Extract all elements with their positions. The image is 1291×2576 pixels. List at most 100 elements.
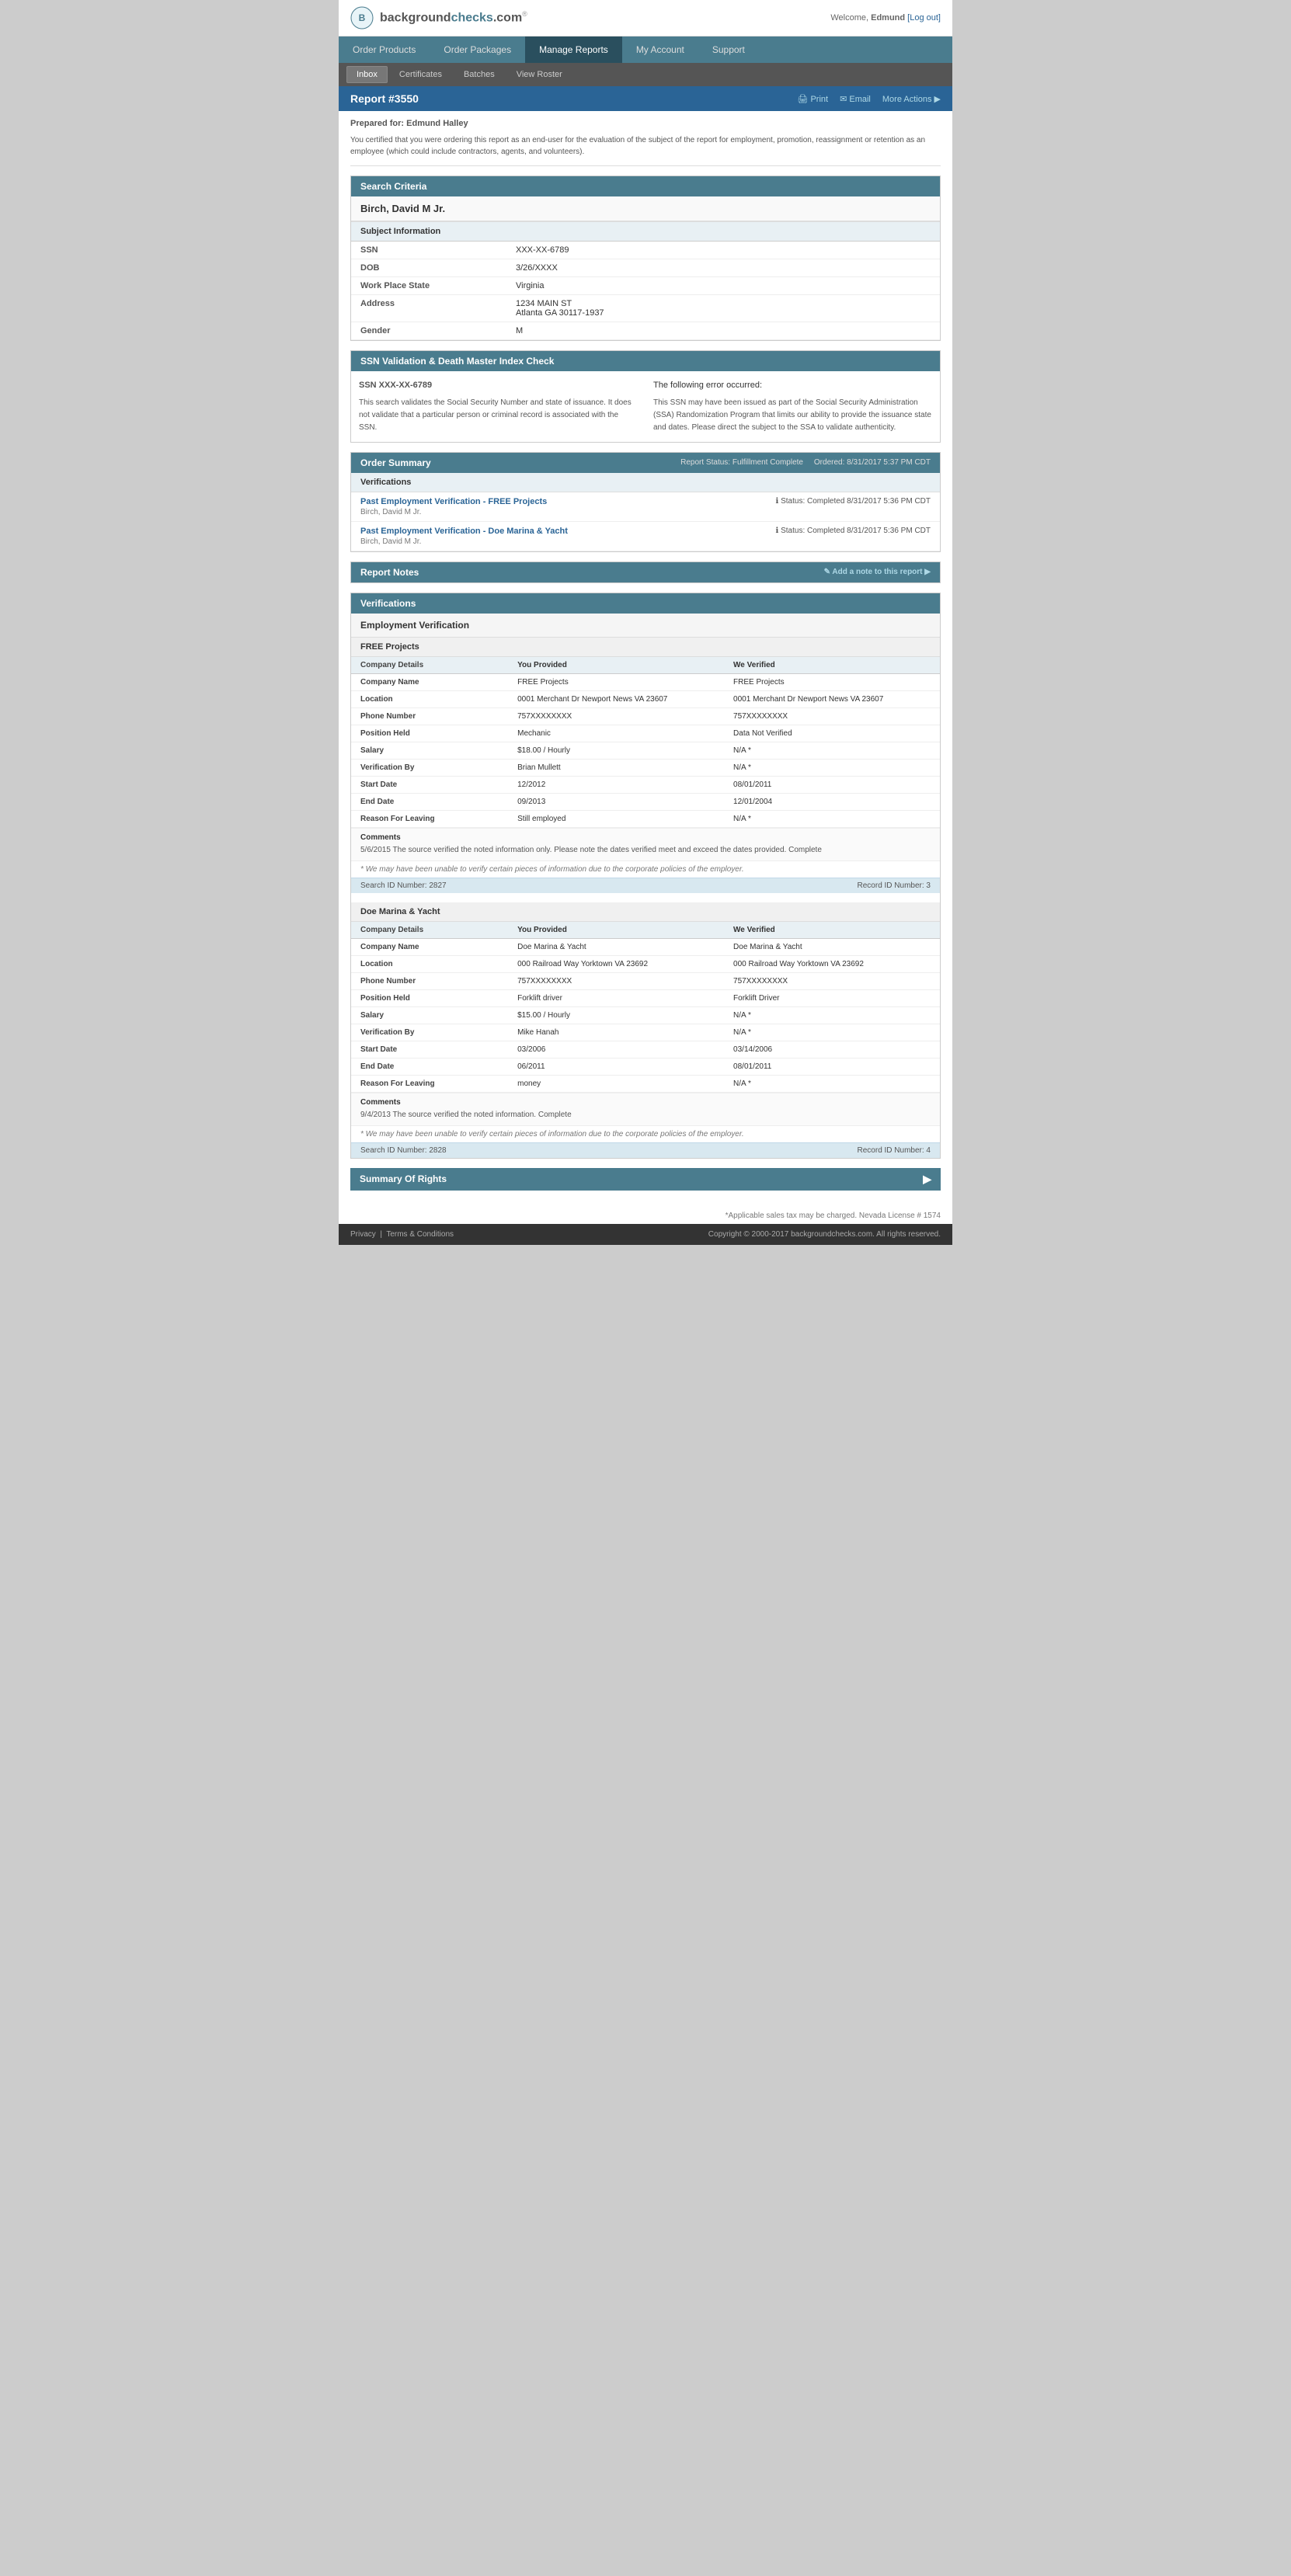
company-1-comments: Comments 5/6/2015 The source verified th…: [351, 828, 940, 860]
tax-note: *Applicable sales tax may be charged. Ne…: [339, 1208, 952, 1224]
row2-position-label: Position Held: [351, 989, 508, 1006]
order-summary-block: Order Summary Report Status: Fulfillment…: [350, 452, 941, 552]
table-row: End Date 06/2011 08/01/2011: [351, 1058, 940, 1075]
logo: B backgroundchecks.com®: [350, 6, 527, 30]
row2-phone-provided: 757XXXXXXXX: [508, 972, 724, 989]
verification-item-1-name: Past Employment Verification - FREE Proj…: [360, 497, 547, 506]
search-criteria-header: Search Criteria: [351, 176, 940, 196]
row-end-date-label: End Date: [351, 793, 508, 810]
add-note-link[interactable]: ✎ Add a note to this report ▶: [824, 568, 931, 576]
ordered-date: 8/31/2017 5:37 PM CDT: [847, 458, 931, 467]
summary-rights-expand-icon: ▶: [923, 1173, 931, 1186]
row2-salary-label: Salary: [351, 1006, 508, 1024]
row-phone-provided: 757XXXXXXXX: [508, 707, 724, 725]
row2-reason-provided: money: [508, 1075, 724, 1092]
row-end-date-verified: 12/01/2004: [724, 793, 940, 810]
company-2-table-header: Company Details You Provided We Verified: [351, 922, 940, 939]
ssn-description: This search validates the Social Securit…: [359, 397, 638, 434]
row-verification-by-provided: Brian Mullett: [508, 759, 724, 776]
address-value: 1234 MAIN STAtlanta GA 30117-1937: [516, 299, 931, 318]
row2-salary-verified: N/A *: [724, 1006, 940, 1024]
row2-company-name-label: Company Name: [351, 938, 508, 955]
address-label: Address: [360, 299, 516, 318]
subnav-view-roster[interactable]: View Roster: [506, 66, 572, 83]
email-label: Email: [849, 95, 871, 104]
row2-verification-by-verified: N/A *: [724, 1024, 940, 1041]
subnav-certificates[interactable]: Certificates: [389, 66, 452, 83]
verification-item-1-status: ℹ Status: Completed 8/31/2017 5:36 PM CD…: [776, 497, 931, 506]
comments-text-1: 5/6/2015 The source verified the noted i…: [360, 844, 931, 856]
company-1-title: FREE Projects: [351, 638, 940, 657]
row-reason-label: Reason For Leaving: [351, 810, 508, 827]
info-icon-2: ℹ: [776, 527, 779, 535]
gender-value: M: [516, 326, 931, 335]
info-row-address: Address 1234 MAIN STAtlanta GA 30117-193…: [351, 295, 940, 322]
order-summary-meta: Report Status: Fulfillment Complete Orde…: [680, 458, 931, 467]
table-row: Phone Number 757XXXXXXXX 757XXXXXXXX: [351, 972, 940, 989]
row-start-date-label: Start Date: [351, 776, 508, 793]
workplace-value: Virginia: [516, 281, 931, 290]
prepared-for: Prepared for: Edmund Halley: [350, 119, 941, 128]
row-verification-by-verified: N/A *: [724, 759, 940, 776]
nav-order-packages[interactable]: Order Packages: [430, 37, 525, 63]
verifications-subheader: Verifications: [351, 473, 940, 492]
report-header: Report #3550 🖨 Print ✉ Email More Action…: [339, 86, 952, 111]
ordered-label: Ordered:: [814, 458, 844, 467]
report-title: Report #3550: [350, 92, 419, 105]
col-header-we-2: We Verified: [724, 922, 940, 939]
company-2-title: Doe Marina & Yacht: [351, 902, 940, 922]
nav-manage-reports[interactable]: Manage Reports: [525, 37, 622, 63]
search-criteria-block: Search Criteria Birch, David M Jr. Subje…: [350, 176, 941, 341]
ssn-content: SSN XXX-XX-6789 This search validates th…: [351, 371, 940, 442]
table-row: Salary $15.00 / Hourly N/A *: [351, 1006, 940, 1024]
verifications-section-header: Verifications: [351, 593, 940, 614]
row-company-name-verified: FREE Projects: [724, 673, 940, 690]
subnav-batches[interactable]: Batches: [454, 66, 505, 83]
table-row: Salary $18.00 / Hourly N/A *: [351, 742, 940, 759]
row2-reason-label: Reason For Leaving: [351, 1075, 508, 1092]
search-id-bar-2: Search ID Number: 2828 Record ID Number:…: [351, 1142, 940, 1158]
row2-end-date-verified: 08/01/2011: [724, 1058, 940, 1075]
print-label: Print: [810, 95, 828, 104]
row-location-label: Location: [351, 690, 508, 707]
ssn-header: SSN Validation & Death Master Index Chec…: [351, 351, 940, 371]
row-end-date-provided: 09/2013: [508, 793, 724, 810]
more-actions-label: More Actions: [882, 95, 932, 104]
row-position-verified: Data Not Verified: [724, 725, 940, 742]
row-position-provided: Mechanic: [508, 725, 724, 742]
spacer: [351, 893, 940, 902]
email-button[interactable]: ✉ Email: [840, 94, 871, 104]
row-start-date-verified: 08/01/2011: [724, 776, 940, 793]
col-header-we: We Verified: [724, 657, 940, 674]
nav-support[interactable]: Support: [698, 37, 759, 63]
report-status-label: Report Status:: [680, 458, 730, 467]
subject-info: Subject Information SSN XXX-XX-6789 DOB …: [351, 221, 940, 340]
terms-link[interactable]: Terms & Conditions: [386, 1230, 454, 1239]
comments-label-2: Comments: [360, 1098, 931, 1107]
nav-my-account[interactable]: My Account: [622, 37, 698, 63]
table-row: Company Name Doe Marina & Yacht Doe Mari…: [351, 938, 940, 955]
print-button[interactable]: 🖨 Print: [797, 94, 828, 104]
report-notes-header: Report Notes ✎ Add a note to this report…: [351, 562, 940, 582]
ssn-label: SSN: [360, 245, 516, 255]
prepared-for-name: Edmund Halley: [406, 119, 468, 128]
row-verification-by-label: Verification By: [351, 759, 508, 776]
more-actions-button[interactable]: More Actions ▶: [882, 94, 941, 104]
subject-name: Birch, David M Jr.: [351, 196, 940, 221]
logout-link[interactable]: [Log out]: [907, 13, 941, 23]
email-icon: ✉: [840, 95, 847, 104]
nav-order-products[interactable]: Order Products: [339, 37, 430, 63]
privacy-link[interactable]: Privacy: [350, 1230, 376, 1239]
row2-phone-verified: 757XXXXXXXX: [724, 972, 940, 989]
welcome-text: Welcome, Edmund [Log out]: [830, 13, 941, 23]
table-row: Verification By Brian Mullett N/A *: [351, 759, 940, 776]
ssn-number: SSN XXX-XX-6789: [359, 379, 638, 393]
search-id-2: Search ID Number: 2828: [360, 1146, 447, 1155]
subnav-inbox[interactable]: Inbox: [346, 66, 388, 83]
summary-of-rights[interactable]: Summary Of Rights ▶: [350, 1168, 941, 1191]
table-row: Reason For Leaving Still employed N/A *: [351, 810, 940, 827]
svg-text:B: B: [359, 12, 366, 23]
report-notes-title: Report Notes: [360, 567, 419, 578]
footer: Privacy | Terms & Conditions Copyright ©…: [339, 1224, 952, 1245]
company-2-table: Company Details You Provided We Verified…: [351, 922, 940, 1093]
